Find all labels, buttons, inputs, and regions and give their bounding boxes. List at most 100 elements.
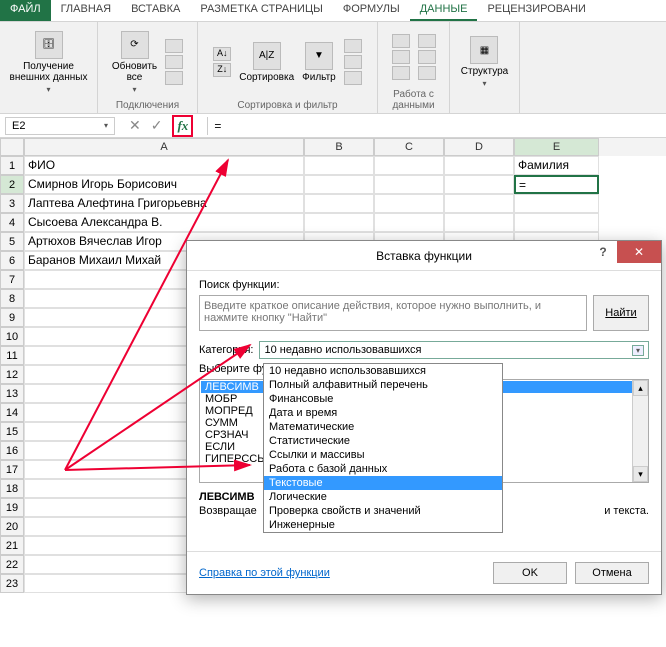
row-header[interactable]: 11 [0,346,24,365]
col-header-a[interactable]: A [24,138,304,156]
sort-button[interactable]: A|Z Сортировка [239,42,294,83]
refresh-all-button[interactable]: ⟳ Обновить все ▾ [112,31,157,94]
row-header[interactable]: 10 [0,327,24,346]
row-header[interactable]: 19 [0,498,24,517]
formula-input[interactable]: = [207,117,666,135]
row-header[interactable]: 16 [0,441,24,460]
select-all-corner[interactable] [0,138,24,156]
insert-function-button[interactable]: fx [172,115,193,137]
row-header[interactable]: 7 [0,270,24,289]
col-header-d[interactable]: D [444,138,514,156]
cell[interactable] [374,175,444,194]
cell[interactable] [374,156,444,175]
dialog-close-button[interactable]: ✕ [617,241,661,263]
cell[interactable]: Лаптева Алефтина Григорьевна [24,194,304,213]
cell[interactable] [514,213,599,232]
outline-button[interactable]: ▦ Структура ▾ [461,36,508,88]
cell[interactable] [304,194,374,213]
row-header[interactable]: 8 [0,289,24,308]
category-option[interactable]: Финансовые [264,392,502,406]
row-header[interactable]: 6 [0,251,24,270]
scroll-up-icon[interactable]: ▴ [633,380,648,396]
cell[interactable] [444,213,514,232]
cell[interactable]: Смирнов Игорь Борисович [24,175,304,194]
row-header[interactable]: 3 [0,194,24,213]
cell[interactable]: ФИО [24,156,304,175]
category-option[interactable]: Статистические [264,434,502,448]
cancel-button[interactable]: Отмена [575,562,649,584]
row-header[interactable]: 4 [0,213,24,232]
category-option[interactable]: 10 недавно использовавшихся [264,364,502,378]
col-header-b[interactable]: B [304,138,374,156]
row-header[interactable]: 20 [0,517,24,536]
category-dropdown[interactable]: 10 недавно использовавшихсяПолный алфави… [263,363,503,533]
connections-icon[interactable] [165,39,183,53]
cell[interactable] [514,194,599,213]
enter-formula-icon[interactable]: ✓ [151,117,163,134]
find-button[interactable]: Найти [593,295,649,331]
row-header[interactable]: 22 [0,555,24,574]
row-header[interactable]: 23 [0,574,24,593]
row-header[interactable]: 12 [0,365,24,384]
row-header[interactable]: 15 [0,422,24,441]
cell[interactable] [304,213,374,232]
cell[interactable]: Фамилия [514,156,599,175]
category-option[interactable]: Логические [264,490,502,504]
whatif-icon[interactable] [418,66,436,80]
validation-icon[interactable] [418,34,436,48]
cell[interactable] [304,156,374,175]
tab-page-layout[interactable]: РАЗМЕТКА СТРАНИЦЫ [190,0,332,21]
category-option[interactable]: Полный алфавитный перечень [264,378,502,392]
text-to-columns-icon[interactable] [392,34,410,48]
tab-file[interactable]: ФАЙЛ [0,0,51,21]
row-header[interactable]: 14 [0,403,24,422]
cell[interactable]: = [514,175,599,194]
category-select[interactable]: 10 недавно использовавшихся ▾ [259,341,649,359]
reapply-icon[interactable] [344,55,362,69]
clear-filter-icon[interactable] [344,39,362,53]
col-header-e[interactable]: E [514,138,599,156]
get-external-data-button[interactable]: 🗄 Получение внешних данных ▾ [10,31,88,94]
row-header[interactable]: 18 [0,479,24,498]
row-header[interactable]: 21 [0,536,24,555]
tab-data[interactable]: ДАННЫЕ [410,0,478,21]
function-help-link[interactable]: Справка по этой функции [199,567,330,579]
cell[interactable] [444,194,514,213]
row-header[interactable]: 5 [0,232,24,251]
cell[interactable] [444,175,514,194]
category-option[interactable]: Работа с базой данных [264,462,502,476]
category-option[interactable]: Текстовые [264,476,502,490]
row-header[interactable]: 13 [0,384,24,403]
row-header[interactable]: 9 [0,308,24,327]
row-header[interactable]: 1 [0,156,24,175]
category-option[interactable]: Математические [264,420,502,434]
sort-asc-icon[interactable]: A↓ [213,47,231,61]
filter-button[interactable]: ▼ Фильтр [302,42,336,83]
scroll-down-icon[interactable]: ▾ [633,466,648,482]
dialog-help-button[interactable]: ? [589,241,617,263]
category-option[interactable]: Ссылки и массивы [264,448,502,462]
dialog-titlebar[interactable]: Вставка функции ? ✕ [187,241,661,271]
row-header[interactable]: 2 [0,175,24,194]
ok-button[interactable]: OK [493,562,567,584]
sort-desc-icon[interactable]: Z↓ [213,63,231,77]
remove-duplicates-icon[interactable] [392,66,410,80]
cancel-formula-icon[interactable]: ✕ [129,117,141,134]
consolidate-icon[interactable] [418,50,436,64]
search-input[interactable]: Введите краткое описание действия, котор… [199,295,587,331]
cell[interactable] [444,156,514,175]
cell[interactable] [374,213,444,232]
advanced-filter-icon[interactable] [344,71,362,85]
tab-review[interactable]: РЕЦЕНЗИРОВАНИ [477,0,595,21]
cell[interactable]: Сысоева Александра В. [24,213,304,232]
flash-fill-icon[interactable] [392,50,410,64]
function-list-scrollbar[interactable]: ▴ ▾ [632,380,648,482]
col-header-c[interactable]: C [374,138,444,156]
cell[interactable] [374,194,444,213]
cell[interactable] [304,175,374,194]
category-option[interactable]: Инженерные [264,518,502,532]
properties-icon[interactable] [165,55,183,69]
row-header[interactable]: 17 [0,460,24,479]
edit-links-icon[interactable] [165,71,183,85]
category-option[interactable]: Проверка свойств и значений [264,504,502,518]
